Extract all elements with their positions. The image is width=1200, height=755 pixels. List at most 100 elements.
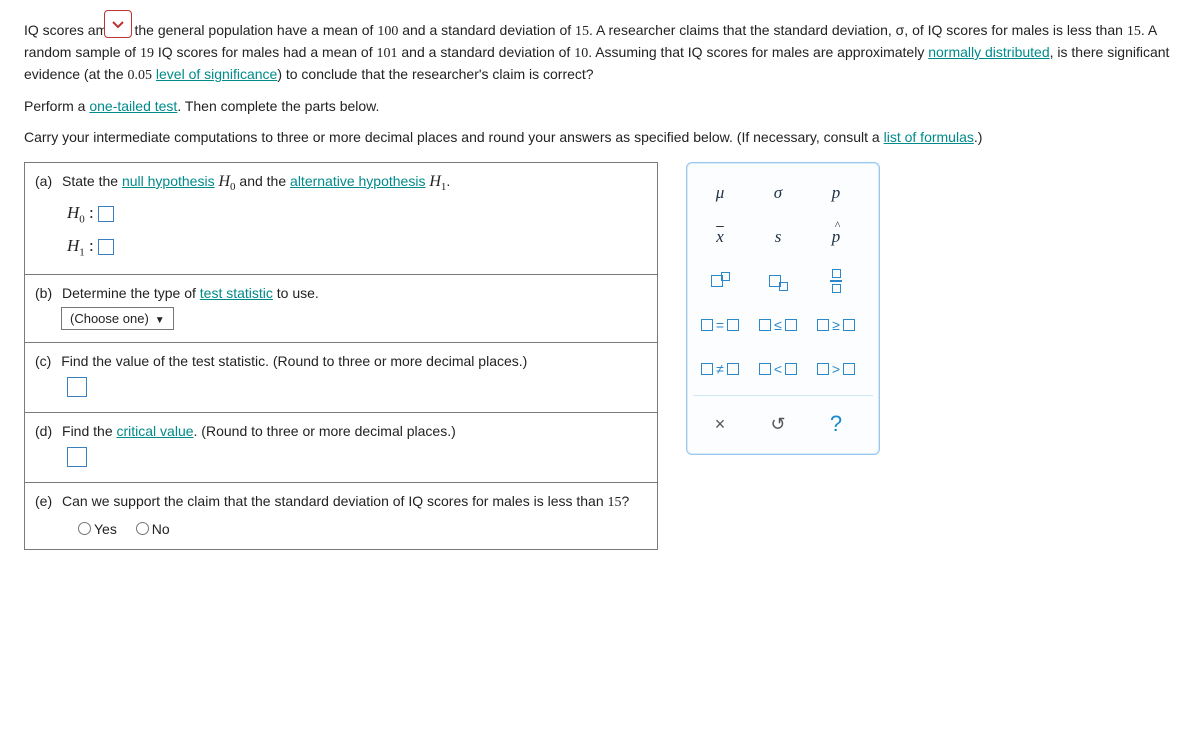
palette-help[interactable]: ? bbox=[809, 404, 863, 444]
palette-lt[interactable]: < bbox=[751, 349, 805, 389]
palette-mu[interactable]: μ bbox=[693, 173, 747, 213]
part-label: (e) bbox=[35, 493, 52, 509]
expand-toggle[interactable] bbox=[104, 10, 132, 38]
part-a-text: and the bbox=[236, 173, 291, 189]
symbol-h: H bbox=[67, 236, 79, 255]
link-normally-distributed[interactable]: normally distributed bbox=[928, 44, 1049, 60]
radio-yes[interactable] bbox=[78, 522, 91, 535]
close-icon: × bbox=[715, 414, 726, 435]
part-a-text: . bbox=[446, 173, 450, 189]
fraction-icon bbox=[830, 269, 842, 292]
undo-icon: ↺ bbox=[770, 414, 785, 435]
part-d-text: Find the bbox=[62, 423, 116, 439]
palette-undo[interactable]: ↺ bbox=[751, 404, 805, 444]
value-sample-mean: 101 bbox=[377, 46, 398, 61]
value-mean: 100 bbox=[377, 24, 398, 39]
mu-symbol: μ bbox=[716, 183, 725, 203]
select-placeholder: (Choose one) bbox=[70, 311, 149, 326]
palette-subscript[interactable] bbox=[751, 261, 805, 301]
link-list-of-formulas[interactable]: list of formulas bbox=[884, 129, 974, 145]
intro-text: .) bbox=[974, 129, 983, 145]
part-e-text: ? bbox=[622, 493, 630, 509]
link-alternative-hypothesis[interactable]: alternative hypothesis bbox=[290, 173, 425, 189]
colon: : bbox=[85, 236, 98, 255]
value-sd2: 15 bbox=[1127, 24, 1141, 39]
chevron-down-icon: ▼ bbox=[155, 315, 165, 326]
s-symbol: s bbox=[775, 227, 782, 247]
value-n: 19 bbox=[140, 46, 154, 61]
intro-text: . A researcher claims that the standard … bbox=[589, 22, 1127, 38]
intro-text: IQ scores for males had a mean of bbox=[154, 44, 377, 60]
palette-xbar[interactable]: x bbox=[693, 217, 747, 257]
palette-s[interactable]: s bbox=[751, 217, 805, 257]
eq-symbol: = bbox=[716, 317, 724, 333]
test-statistic-select[interactable]: (Choose one) ▼ bbox=[61, 307, 174, 330]
h1-input[interactable] bbox=[98, 239, 114, 255]
gt-symbol: > bbox=[832, 361, 840, 377]
part-a: (a) State the null hypothesis H0 and the… bbox=[25, 163, 657, 275]
radio-no[interactable] bbox=[136, 522, 149, 535]
part-e: (e) Can we support the claim that the st… bbox=[25, 483, 657, 549]
intro-text: Perform a bbox=[24, 98, 89, 114]
symbol-palette: μ σ p x s p = ≤ ≥ ≠ < > × ↺ ? bbox=[686, 162, 880, 455]
intro-text: ) to conclude that the researcher's clai… bbox=[277, 66, 593, 82]
palette-phat[interactable]: p bbox=[809, 217, 863, 257]
symbol-h: H bbox=[429, 173, 441, 190]
part-c-text: Find the value of the test statistic. (R… bbox=[61, 353, 631, 369]
symbol-h0: H0 bbox=[218, 173, 235, 190]
xbar-symbol: x bbox=[716, 227, 724, 247]
part-label: (b) bbox=[35, 285, 52, 301]
intro-text: . Then complete the parts below. bbox=[177, 98, 379, 114]
palette-superscript[interactable] bbox=[693, 261, 747, 301]
radio-no-label[interactable]: No bbox=[131, 521, 170, 537]
part-label: (c) bbox=[35, 353, 51, 369]
palette-ge[interactable]: ≥ bbox=[809, 305, 863, 345]
test-statistic-input[interactable] bbox=[67, 377, 87, 397]
link-one-tailed-test[interactable]: one-tailed test bbox=[89, 98, 177, 114]
intro-text: and a standard deviation of bbox=[398, 44, 575, 60]
question-box: (a) State the null hypothesis H0 and the… bbox=[24, 162, 658, 550]
h0-row: H0 : bbox=[67, 203, 645, 225]
intro-text: . Assuming that IQ scores for males are … bbox=[588, 44, 928, 60]
link-null-hypothesis[interactable]: null hypothesis bbox=[122, 173, 215, 189]
critical-value-input[interactable] bbox=[67, 447, 87, 467]
intro-text: Carry your intermediate computations to … bbox=[24, 129, 884, 145]
palette-sigma[interactable]: σ bbox=[751, 173, 805, 213]
part-b: (b) Determine the type of test statistic… bbox=[25, 275, 657, 343]
radio-yes-label[interactable]: Yes bbox=[73, 521, 117, 537]
part-e-text: Can we support the claim that the standa… bbox=[62, 493, 608, 509]
h1-row: H1 : bbox=[67, 236, 645, 258]
lt-symbol: < bbox=[774, 361, 782, 377]
box-icon bbox=[779, 282, 788, 291]
palette-fraction[interactable] bbox=[809, 261, 863, 301]
palette-gt[interactable]: > bbox=[809, 349, 863, 389]
symbol-h: H bbox=[218, 173, 230, 190]
part-d-text: . (Round to three or more decimal places… bbox=[194, 423, 456, 439]
value-fifteen: 15 bbox=[608, 495, 622, 510]
link-test-statistic[interactable]: test statistic bbox=[200, 285, 273, 301]
palette-le[interactable]: ≤ bbox=[751, 305, 805, 345]
no-text: No bbox=[152, 521, 170, 537]
h0-input[interactable] bbox=[98, 206, 114, 222]
part-a-text: State the bbox=[62, 173, 122, 189]
value-alpha: 0.05 bbox=[128, 68, 153, 83]
colon: : bbox=[85, 203, 98, 222]
link-critical-value[interactable]: critical value bbox=[117, 423, 194, 439]
palette-p[interactable]: p bbox=[809, 173, 863, 213]
part-c: (c) Find the value of the test statistic… bbox=[25, 343, 657, 413]
symbol-h1: H1 bbox=[429, 173, 446, 190]
sigma-symbol: σ bbox=[774, 183, 782, 203]
part-label: (d) bbox=[35, 423, 52, 439]
palette-equals[interactable]: = bbox=[693, 305, 747, 345]
phat-symbol: p bbox=[832, 227, 841, 247]
problem-statement: IQ scores among the general population h… bbox=[24, 20, 1176, 148]
part-label: (a) bbox=[35, 173, 52, 189]
intro-text: and a standard deviation of bbox=[398, 22, 575, 38]
value-sd: 15 bbox=[575, 24, 589, 39]
palette-clear[interactable]: × bbox=[693, 404, 747, 444]
part-b-text: to use. bbox=[273, 285, 319, 301]
palette-ne[interactable]: ≠ bbox=[693, 349, 747, 389]
link-level-of-significance[interactable]: level of significance bbox=[156, 66, 277, 82]
intro-text: IQ scores among the general population h… bbox=[24, 22, 377, 38]
box-icon bbox=[721, 272, 730, 281]
